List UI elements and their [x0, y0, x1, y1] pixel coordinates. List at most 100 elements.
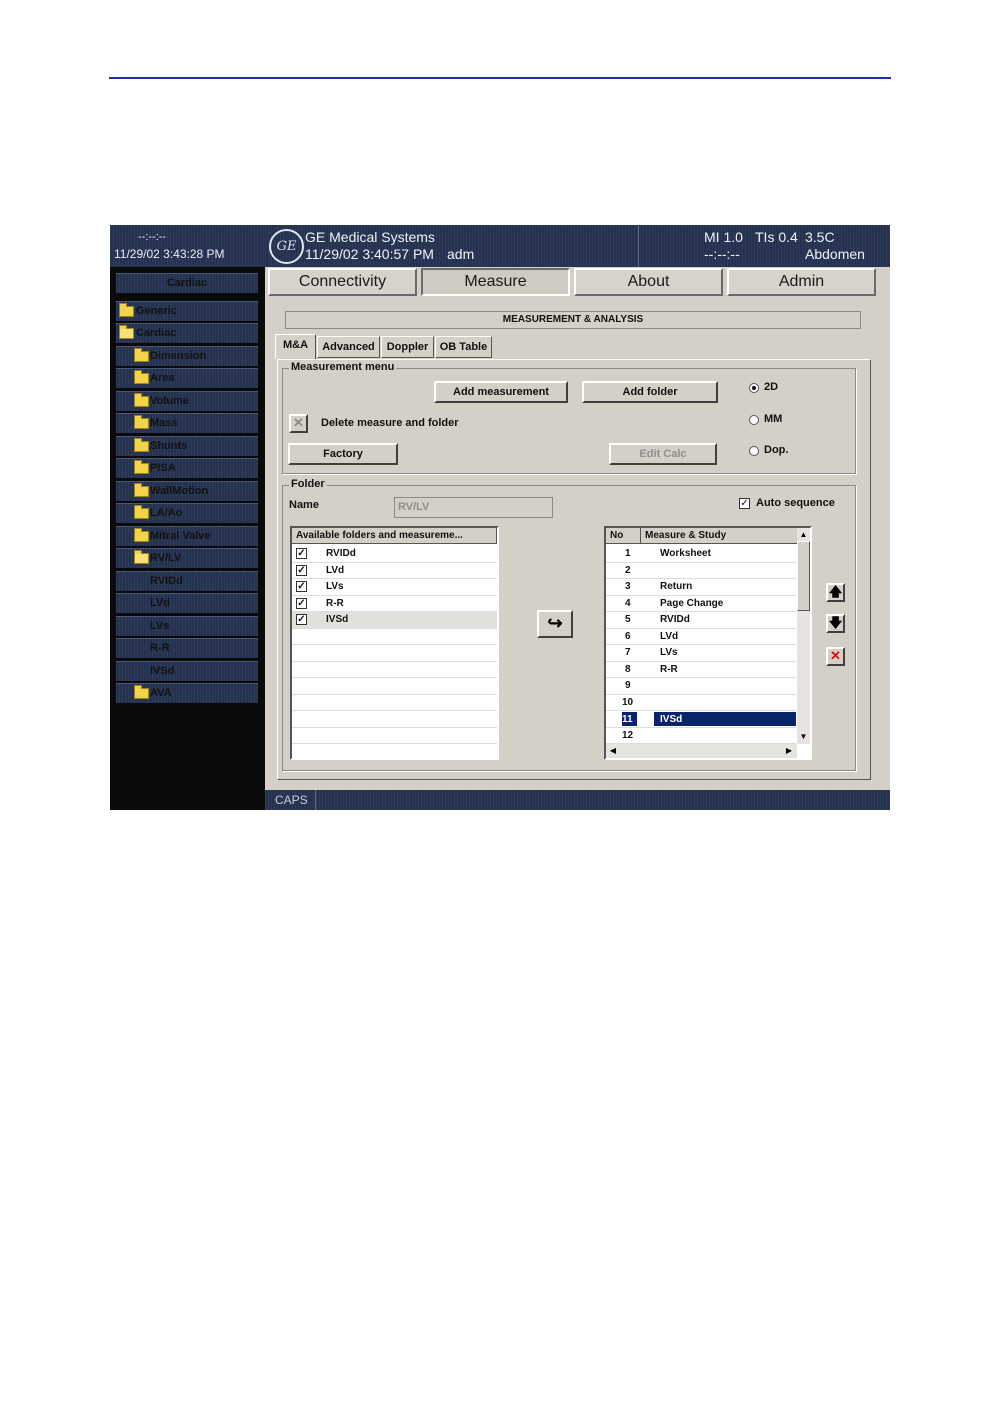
table-row[interactable]: 10	[606, 695, 796, 711]
list-item[interactable]: ✓ RVIDd	[292, 546, 497, 563]
scroll-down-icon[interactable]: ▼	[798, 731, 809, 742]
tab-admin[interactable]: Admin	[727, 268, 876, 296]
thermal-index: TIs 0.4	[755, 229, 798, 245]
item-checkbox[interactable]: ✓	[296, 581, 307, 592]
row-name: Return	[660, 581, 693, 592]
tab-connectivity[interactable]: Connectivity	[268, 268, 417, 296]
scroll-right-icon[interactable]: ▶	[784, 745, 794, 757]
add-folder-button[interactable]: Add folder	[582, 381, 718, 403]
sidebar-item-ava[interactable]: AVA	[116, 683, 258, 703]
caps-indicator: CAPS	[275, 793, 308, 807]
study-list[interactable]: No Measure & Study 1 Worksheet 2 3 Return …	[604, 526, 812, 760]
item-checkbox[interactable]: ✓	[296, 564, 307, 576]
sidebar-title[interactable]: Cardiac	[116, 273, 258, 293]
open-folder-icon	[134, 550, 149, 564]
item-checkbox[interactable]: ✓	[296, 548, 307, 559]
table-row[interactable]: 6 LVd	[606, 629, 796, 645]
sidebar-item-shunts[interactable]: Shunts	[116, 436, 258, 456]
left-status-area: --:--:-- 11/29/02 3:43:28 PM	[110, 225, 265, 267]
table-row[interactable]: 5 RVIDd	[606, 612, 796, 629]
folder-name-field[interactable]: RV/LV	[394, 497, 553, 518]
list-item-selected[interactable]: ✓ IVSd	[292, 612, 497, 629]
study-list-no-header[interactable]: No	[606, 528, 641, 544]
scroll-left-icon[interactable]: ◀	[608, 745, 618, 757]
sidebar-item-mass[interactable]: Mass	[116, 413, 258, 433]
horizontal-scrollbar[interactable]: ◀ ▶	[606, 744, 797, 758]
table-row[interactable]: 2	[606, 563, 796, 579]
available-list-header[interactable]: Available folders and measureme...	[292, 528, 497, 544]
scroll-thumb[interactable]	[797, 541, 810, 611]
list-item[interactable]: ✓ LVs	[292, 579, 497, 596]
header-datetime: 11/29/02 3:40:57 PM	[305, 246, 434, 262]
sidebar-item-r-r[interactable]: R-R	[116, 638, 258, 658]
move-down-icon[interactable]: 🡇	[826, 614, 845, 633]
sidebar-item-lvd[interactable]: LVd	[116, 593, 258, 613]
mode-2d-radio[interactable]	[749, 383, 759, 393]
study-list-name-header[interactable]: Measure & Study	[641, 528, 798, 544]
table-row[interactable]: 1 Worksheet	[606, 546, 796, 563]
table-row[interactable]: 3 Return	[606, 579, 796, 596]
page-top-rule	[109, 77, 891, 79]
sidebar-item-pisa[interactable]: PISA	[116, 458, 258, 478]
auto-sequence-checkbox[interactable]: ✓	[739, 498, 750, 509]
vertical-scrollbar[interactable]: ▲ ▼	[797, 528, 810, 744]
edit-calc-button[interactable]: Edit Calc	[609, 443, 717, 465]
subtab-doppler[interactable]: Doppler	[381, 336, 434, 358]
table-row[interactable]: 4 Page Change	[606, 596, 796, 612]
table-row-selected[interactable]: 11 IVSd	[606, 711, 796, 728]
available-list[interactable]: Available folders and measureme... ✓ RVI…	[290, 526, 499, 760]
page-title: MEASUREMENT & ANALYSIS	[285, 311, 861, 329]
sidebar-item-cardiac[interactable]: Cardiac	[116, 323, 258, 343]
row-name: IVSd	[654, 712, 796, 726]
sidebar-item-rvidd[interactable]: RVIDd	[116, 571, 258, 591]
transfer-arrow-button[interactable]: ↪	[537, 610, 573, 638]
sidebar-item-wallmotion[interactable]: WallMotion	[116, 481, 258, 501]
list-empty-row	[292, 678, 497, 695]
sidebar-item-ivsd[interactable]: IVSd	[116, 661, 258, 681]
sidebar-item-generic[interactable]: Generic	[116, 301, 258, 321]
sidebar-item-volume[interactable]: Volume	[116, 391, 258, 411]
sidebar-item-la-ao[interactable]: LA/Ao	[116, 503, 258, 523]
folder-icon	[134, 685, 149, 699]
folder-icon	[134, 460, 149, 474]
table-row[interactable]: 7 LVs	[606, 645, 796, 662]
mode-dop-radio[interactable]	[749, 446, 759, 456]
subtab-advanced[interactable]: Advanced	[317, 336, 380, 358]
table-row[interactable]: 9	[606, 678, 796, 695]
list-item[interactable]: ✓ R-R	[292, 596, 497, 612]
row-name: Worksheet	[660, 548, 711, 559]
row-number: 9	[625, 680, 631, 691]
factory-button[interactable]: Factory	[288, 443, 398, 465]
sidebar-item-lvs[interactable]: LVs	[116, 616, 258, 636]
move-up-icon[interactable]: 🡅	[826, 583, 845, 602]
delete-icon[interactable]: ✕	[289, 414, 308, 433]
scroll-up-icon[interactable]: ▲	[798, 529, 809, 540]
add-measurement-button[interactable]: Add measurement	[434, 381, 568, 403]
list-item[interactable]: ✓ LVd	[292, 563, 497, 579]
list-empty-row	[292, 662, 497, 678]
table-row[interactable]: 12	[606, 728, 796, 744]
tab-about[interactable]: About	[574, 268, 723, 296]
row-number: 11	[622, 712, 637, 726]
list-empty-row	[292, 695, 497, 711]
subtab-ob-table[interactable]: OB Table	[435, 336, 492, 358]
table-row[interactable]: 8 R-R	[606, 662, 796, 678]
delete-item-icon[interactable]: ✕	[826, 647, 845, 666]
sidebar-item-dimension[interactable]: Dimension	[116, 346, 258, 366]
main-panel: Connectivity Measure About Admin MEASURE…	[265, 267, 890, 790]
sidebar-item-area[interactable]: Area	[116, 368, 258, 388]
item-checkbox[interactable]: ✓	[296, 614, 307, 625]
row-number: 5	[625, 614, 631, 625]
mode-mm-radio[interactable]	[749, 415, 759, 425]
clock-placeholder: --:--:--	[138, 231, 167, 243]
sidebar-item-rv-lv[interactable]: RV/LV	[116, 548, 258, 568]
list-empty-row	[292, 645, 497, 662]
system-name: GE Medical Systems	[305, 229, 435, 245]
tab-measure[interactable]: Measure	[421, 268, 570, 296]
item-checkbox[interactable]: ✓	[296, 597, 307, 609]
delete-measure-label: Delete measure and folder	[321, 417, 459, 429]
probe-name: 3.5C	[805, 229, 835, 245]
header-placeholder: --:--:--	[704, 246, 740, 262]
sidebar-item-mitral-valve[interactable]: Mitral Valve	[116, 526, 258, 546]
subtab-ma[interactable]: M&A	[275, 334, 316, 359]
